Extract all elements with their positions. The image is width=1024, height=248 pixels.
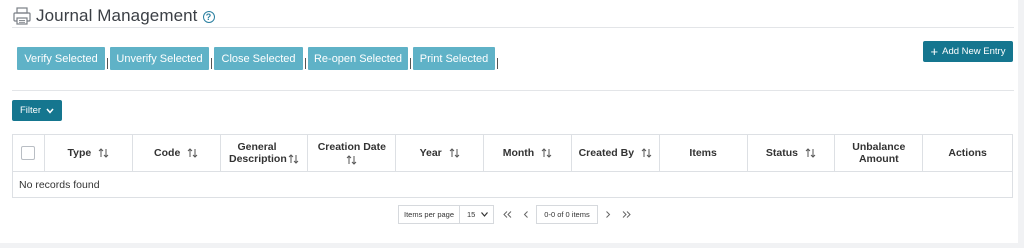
page-size-select[interactable]: 15 [459, 205, 494, 224]
previous-page-button[interactable] [518, 205, 534, 224]
sort-icon[interactable] [449, 148, 460, 158]
column-label: Items [689, 147, 717, 159]
column-header-month[interactable]: Month [484, 135, 572, 171]
separator [211, 58, 212, 69]
sort-icon[interactable] [346, 155, 357, 165]
filter-button[interactable]: Filter [12, 100, 62, 121]
column-header-actions: Actions [923, 135, 1012, 171]
column-header-year[interactable]: Year [396, 135, 485, 171]
help-icon[interactable]: ? [202, 11, 215, 23]
column-label: Created By [578, 147, 635, 159]
last-page-button[interactable] [618, 205, 634, 224]
page-size-value: 15 [467, 210, 476, 219]
column-header-created-by[interactable]: Created By [572, 135, 660, 171]
column-header-code[interactable]: Code [133, 135, 221, 171]
header-divider [12, 27, 1014, 28]
filter-label: Filter [19, 105, 42, 116]
bulk-actions-bar: Verify Selected Unverify Selected Close … [17, 47, 500, 70]
column-label: Status [765, 147, 799, 159]
chevron-left-icon [523, 211, 528, 218]
unverify-selected-button[interactable]: Unverify Selected [110, 47, 209, 70]
sort-icon[interactable] [98, 148, 109, 158]
column-label: Type [67, 147, 92, 159]
sort-icon[interactable] [641, 148, 652, 158]
column-header-unbalance-amount: Unbalance Amount [835, 135, 924, 171]
close-selected-button[interactable]: Close Selected [214, 47, 303, 70]
column-header-type[interactable]: Type [45, 135, 133, 171]
sort-icon[interactable] [805, 148, 816, 158]
column-header-items: Items [660, 135, 748, 171]
select-all-cell [13, 135, 45, 171]
sort-icon[interactable] [187, 148, 198, 158]
double-chevron-left-icon [503, 211, 512, 218]
journal-table: Type Code General Description Creation D… [12, 134, 1013, 198]
column-label: General Description [229, 141, 287, 165]
first-page-button[interactable] [500, 205, 516, 224]
page-title: Journal Management [36, 6, 198, 25]
chevron-down-icon [46, 108, 54, 114]
sort-icon[interactable] [288, 154, 299, 164]
paginator: Items per page 15 0-0 of 0 items [398, 205, 634, 224]
column-label: Year [419, 147, 442, 159]
column-label: Actions [948, 147, 987, 159]
next-page-button[interactable] [600, 205, 616, 224]
verify-selected-button[interactable]: Verify Selected [17, 47, 105, 70]
column-label: Month [502, 147, 535, 159]
separator [497, 58, 498, 69]
printer-icon [13, 7, 31, 25]
chevron-down-icon [481, 212, 488, 217]
plus-icon: + [930, 44, 939, 59]
table-header-row: Type Code General Description Creation D… [13, 135, 1012, 172]
chevron-right-icon [606, 211, 611, 218]
add-new-entry-label: Add New Entry [942, 46, 1006, 57]
sort-icon[interactable] [541, 148, 552, 158]
add-new-entry-button[interactable]: + Add New Entry [923, 41, 1013, 62]
double-chevron-right-icon [622, 211, 631, 218]
toolbar-divider [12, 90, 1014, 91]
column-header-creation-date[interactable]: Creation Date [308, 135, 397, 171]
page-header: Journal Management ? [12, 5, 215, 27]
journal-management-panel: Journal Management ? Verify Selected Unv… [0, 0, 1018, 243]
page-range-label: 0-0 of 0 items [536, 205, 598, 224]
column-header-status[interactable]: Status [748, 135, 836, 171]
print-selected-button[interactable]: Print Selected [413, 47, 495, 70]
column-header-general-description[interactable]: General Description [221, 135, 309, 171]
separator [410, 58, 411, 69]
column-label: Code [154, 147, 181, 159]
column-label: Creation Date [317, 141, 386, 153]
separator [305, 58, 306, 69]
select-all-checkbox[interactable] [21, 146, 36, 160]
separator [107, 58, 108, 69]
reopen-selected-button[interactable]: Re-open Selected [308, 47, 408, 70]
items-per-page-label: Items per page [398, 205, 459, 224]
column-label: Unbalance Amount [852, 141, 906, 165]
empty-state-row: No records found [19, 179, 100, 191]
